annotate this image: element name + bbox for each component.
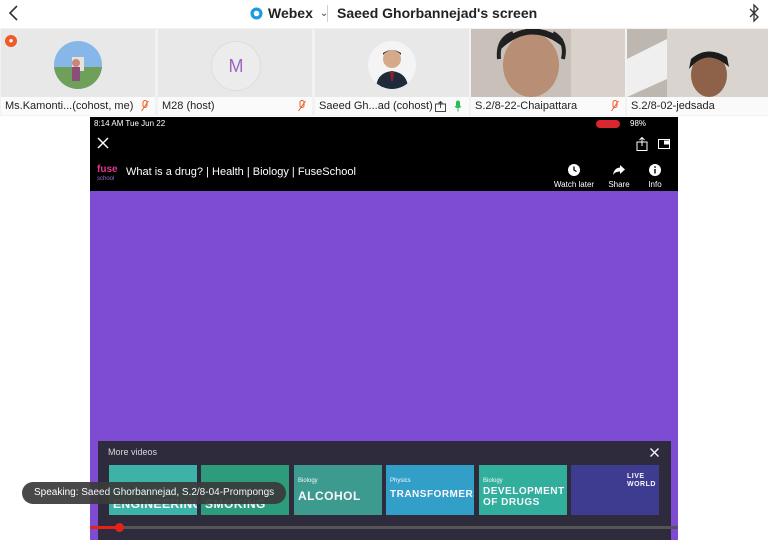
video-title: What is a drug? | Health | Biology | Fus… [126, 166, 356, 178]
svg-text:fuse: fuse [97, 164, 118, 175]
divider [327, 5, 328, 22]
share-arrow-icon [613, 165, 625, 175]
video-thumbnail[interactable]: LIVE WORLD [571, 465, 659, 515]
sharing-icon [435, 101, 446, 112]
participant-tile[interactable]: S.2/8-22-Chaipattara [471, 29, 625, 115]
thumbnail-title: LIVE WORLD [627, 473, 656, 488]
participant-tile[interactable]: Saeed Gh...ad (cohost) [315, 29, 469, 115]
share-icon[interactable] [636, 137, 648, 151]
avatar-initial: M [211, 41, 261, 91]
ipad-status-bar: 8:14 AM Tue Jun 22 98% [90, 117, 678, 131]
back-chevron-icon[interactable] [6, 3, 22, 23]
more-videos-title: More videos [108, 447, 158, 457]
participant-video [471, 29, 625, 97]
shared-screen-title: Saeed Ghorbannejad's screen [337, 5, 538, 21]
mic-muted-icon [298, 100, 306, 112]
mic-active-icon [454, 100, 462, 112]
watch-later-button[interactable]: Watch later [549, 163, 599, 189]
thumbnail-title: DEVELOPMENT OF DRUGS [483, 486, 565, 508]
participant-name: M28 (host) [158, 97, 312, 115]
close-icon[interactable] [650, 448, 659, 457]
participant-video [627, 29, 768, 97]
webex-menu[interactable]: Webex ⌄ [250, 5, 328, 21]
mic-muted-icon [611, 100, 619, 112]
thumbnail-title: TRANSFORMERS [390, 489, 474, 500]
fuseschool-logo: fuse school [96, 161, 120, 183]
participant-name: S.2/8-22-Chaipattara [471, 97, 625, 115]
bluetooth-icon [749, 3, 759, 23]
mic-muted-icon [141, 100, 149, 112]
svg-text:school: school [97, 176, 114, 182]
participant-strip: ● Ms.Kamonti...(cohost, me) M M28 (host) [0, 28, 768, 116]
participant-tile[interactable]: ● Ms.Kamonti...(cohost, me) [1, 29, 155, 115]
video-thumbnail[interactable]: Physics TRANSFORMERS [386, 465, 474, 515]
info-button[interactable]: Info [630, 163, 678, 189]
clock-icon [568, 164, 580, 176]
screen-recording-indicator [596, 120, 620, 128]
speaking-toast: Speaking: Saeed Ghorbannejad, S.2/8-04-P… [22, 482, 287, 504]
app-name: Webex [268, 5, 313, 21]
picture-in-picture-icon[interactable] [658, 139, 670, 149]
top-bar: Webex ⌄ Saeed Ghorbannejad's screen [0, 0, 768, 28]
participant-tile[interactable]: S.2/8-02-jedsada [627, 29, 768, 115]
battery-level: 98% [630, 119, 647, 128]
participant-name: Ms.Kamonti...(cohost, me) [1, 97, 155, 115]
progress-track[interactable] [90, 526, 678, 529]
avatar [54, 41, 102, 89]
share-label: Share [608, 180, 630, 189]
participant-tile[interactable]: M M28 (host) [158, 29, 312, 115]
avatar [368, 41, 416, 89]
close-icon[interactable] [97, 137, 109, 149]
participant-name: S.2/8-02-jedsada [627, 97, 768, 115]
webex-logo-icon [250, 6, 263, 20]
watch-later-label: Watch later [553, 180, 595, 189]
recording-badge: ● [5, 35, 17, 47]
shared-screen: 8:14 AM Tue Jun 22 98% fuse school What … [90, 117, 678, 540]
thumbnail-title: ALCOHOL [298, 489, 361, 503]
info-icon [649, 164, 661, 176]
video-thumbnail[interactable]: Biology DEVELOPMENT OF DRUGS [479, 465, 567, 515]
status-time: 8:14 AM Tue Jun 22 [94, 119, 166, 128]
video-thumbnail[interactable]: Biology ALCOHOL [294, 465, 382, 515]
info-label: Info [648, 180, 662, 189]
video-header: fuse school What is a drug? | Health | B… [90, 131, 678, 191]
